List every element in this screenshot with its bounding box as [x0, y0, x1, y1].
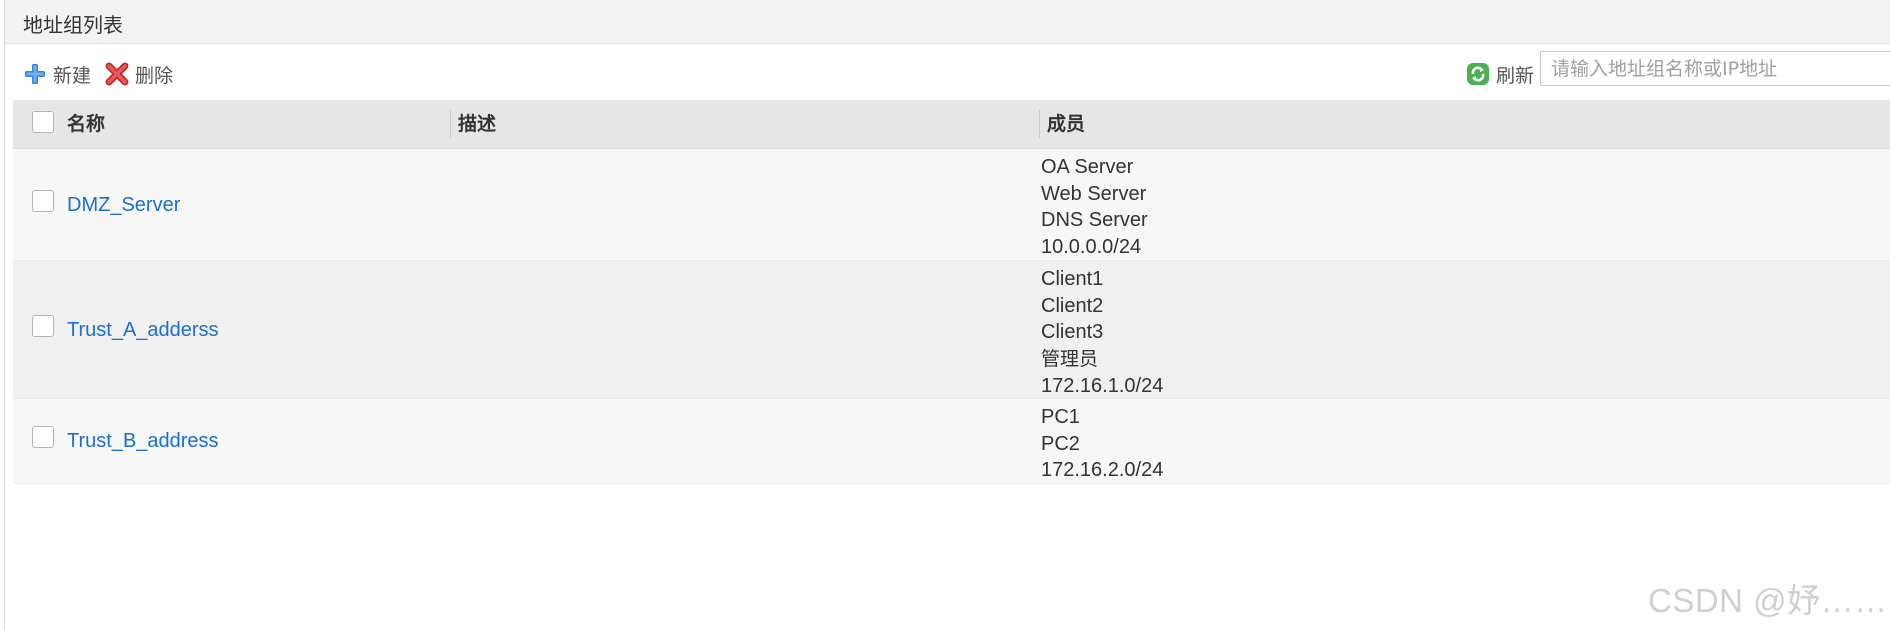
address-group-table: 名称 描述 成员 DMZ_Server OA Server Web Server… — [13, 100, 1890, 484]
refresh-button[interactable]: 刷新 — [1466, 60, 1534, 88]
member-item: 172.16.1.0/24 — [1041, 374, 1164, 397]
new-button-label: 新建 — [53, 64, 92, 87]
panel-header: 地址组列表 — [5, 0, 1890, 44]
row-checkbox[interactable] — [32, 426, 54, 448]
table-header: 名称 描述 成员 — [13, 100, 1890, 149]
member-list: PC1 PC2 172.16.2.0/24 — [1041, 404, 1163, 484]
column-divider — [450, 110, 451, 138]
column-header-name[interactable]: 名称 — [67, 100, 105, 148]
address-group-panel: 地址组列表 新建 删除 刷新 请输入地址组名称或IP地址 名称 描述 成员 DM… — [4, 0, 1890, 630]
table-row[interactable]: DMZ_Server OA Server Web Server DNS Serv… — [13, 149, 1890, 261]
refresh-icon — [1466, 62, 1490, 86]
member-item: Client2 — [1041, 294, 1104, 317]
member-item: PC2 — [1041, 432, 1080, 455]
column-header-members[interactable]: 成员 — [1047, 100, 1085, 148]
delete-button-label: 删除 — [135, 64, 174, 87]
member-item: Web Server — [1041, 182, 1147, 205]
delete-x-icon — [105, 62, 129, 86]
table-row[interactable]: Trust_A_adderss Client1 Client2 Client3 … — [13, 261, 1890, 399]
row-checkbox[interactable] — [32, 315, 54, 337]
member-item: 172.16.2.0/24 — [1041, 459, 1164, 482]
watermark: CSDN @妤…… — [1648, 582, 1888, 619]
member-item: PC1 — [1041, 406, 1080, 428]
plus-icon — [23, 62, 47, 86]
member-item: OA Server — [1041, 156, 1134, 178]
member-item: 10.0.0.0/24 — [1041, 236, 1142, 259]
group-name-link[interactable]: DMZ_Server — [67, 194, 180, 217]
member-item: DNS Server — [1041, 209, 1148, 232]
member-list: Client1 Client2 Client3 管理员 172.16.1.0/2… — [1041, 266, 1163, 400]
new-button[interactable]: 新建 — [23, 60, 91, 88]
member-item: Client3 — [1041, 321, 1104, 344]
delete-button[interactable]: 删除 — [105, 60, 173, 88]
group-name-link[interactable]: Trust_A_adderss — [67, 319, 219, 342]
group-name-link[interactable]: Trust_B_address — [67, 430, 219, 453]
table-row[interactable]: Trust_B_address PC1 PC2 172.16.2.0/24 — [13, 399, 1890, 484]
row-checkbox[interactable] — [32, 190, 54, 212]
column-header-description[interactable]: 描述 — [458, 100, 496, 148]
search-input[interactable] — [1540, 51, 1890, 86]
select-all-checkbox[interactable] — [32, 111, 54, 133]
member-item: 管理员 — [1041, 348, 1099, 371]
member-list: OA Server Web Server DNS Server 10.0.0.0… — [1041, 154, 1148, 261]
refresh-button-label: 刷新 — [1496, 64, 1535, 87]
page-title: 地址组列表 — [23, 13, 123, 37]
column-divider — [1039, 110, 1040, 138]
member-item: Client1 — [1041, 268, 1104, 290]
